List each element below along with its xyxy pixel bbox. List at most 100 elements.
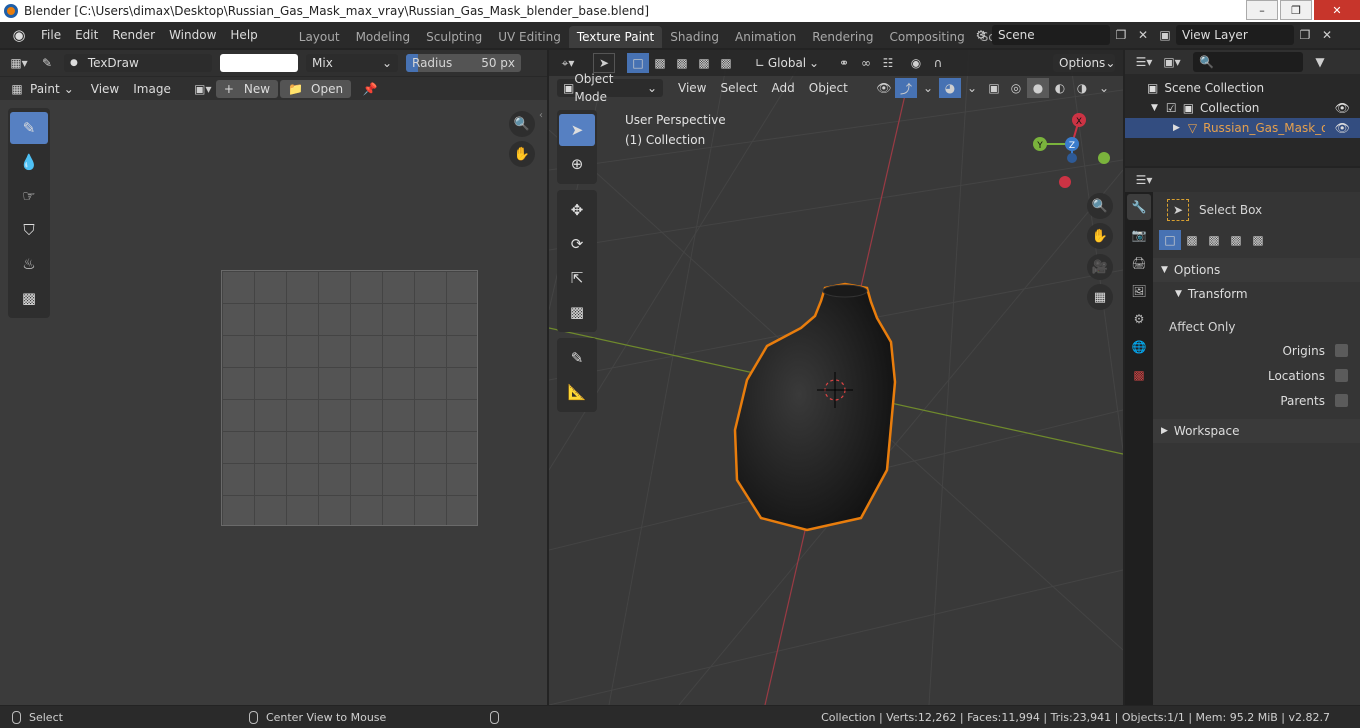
menu-help[interactable]: Help: [223, 24, 264, 46]
transform-orientation-dropdown[interactable]: ∟ Global ⌄: [749, 54, 825, 72]
menu-image[interactable]: Image: [126, 78, 178, 100]
image-browse-icon[interactable]: ▣▾: [192, 79, 214, 99]
tab-sculpting[interactable]: Sculpting: [418, 26, 490, 48]
remove-scene-icon[interactable]: ✕: [1132, 25, 1154, 45]
viewport-menu-view[interactable]: View: [671, 77, 713, 99]
mode-extend-icon[interactable]: ▩: [1181, 230, 1203, 250]
pin-icon[interactable]: 📌: [359, 79, 381, 99]
options-panel-header[interactable]: ▼ Options: [1153, 258, 1360, 282]
parents-checkbox[interactable]: [1335, 394, 1348, 407]
properties-editor-type-icon[interactable]: ☰▾: [1133, 170, 1155, 190]
viewport-menu-add[interactable]: Add: [765, 77, 802, 99]
image-canvas[interactable]: [221, 270, 478, 526]
select-intersect-icon[interactable]: ▩: [715, 53, 737, 73]
transform-subpanel-header[interactable]: ▼ Transform: [1153, 282, 1360, 306]
fill-tool-icon[interactable]: ♨: [10, 248, 48, 280]
menu-window[interactable]: Window: [162, 24, 223, 46]
visibility-icon[interactable]: 👁: [873, 78, 895, 98]
expand-arrow-icon[interactable]: ▶: [1173, 123, 1180, 133]
snap-icon[interactable]: ∞: [855, 53, 877, 73]
open-image-button[interactable]: 📁 Open: [280, 79, 352, 98]
outliner-editor-type-icon[interactable]: ☰▾: [1133, 52, 1155, 72]
view-layer-icon[interactable]: ▣: [1154, 25, 1176, 45]
filter-icon[interactable]: ▼: [1309, 52, 1331, 72]
shading-dropdown-icon[interactable]: ⌄: [1093, 78, 1115, 98]
tab-animation[interactable]: Animation: [727, 26, 804, 48]
rotate-tool-icon[interactable]: ⟳: [559, 228, 595, 260]
clone-tool-icon[interactable]: ⛉: [10, 214, 48, 246]
annotate-tool-icon[interactable]: ✎: [559, 342, 595, 374]
tab-layout[interactable]: Layout: [291, 26, 348, 48]
measure-tool-icon[interactable]: 📐: [559, 376, 595, 408]
soften-tool-icon[interactable]: 💧: [10, 146, 48, 178]
menu-view[interactable]: View: [84, 78, 126, 100]
display-mode-icon[interactable]: ▣▾: [1161, 52, 1183, 72]
origins-checkbox[interactable]: [1335, 344, 1348, 357]
xray-icon[interactable]: ▣: [983, 78, 1005, 98]
scene-name-field[interactable]: Scene: [992, 25, 1110, 45]
viewport-menu-select[interactable]: Select: [713, 77, 764, 99]
mode-new-icon[interactable]: □: [1159, 230, 1181, 250]
camera-view-icon[interactable]: 🎥: [1087, 254, 1113, 280]
select-subtract-icon[interactable]: ▩: [671, 53, 693, 73]
radius-slider[interactable]: Radius 50 px: [406, 54, 521, 72]
scene-icon[interactable]: ⚙: [970, 25, 992, 45]
tab-shading[interactable]: Shading: [662, 26, 727, 48]
blender-logo-icon[interactable]: ◉: [8, 24, 30, 46]
outliner-collection[interactable]: ▼ ☑ ▣ Collection 👁: [1125, 98, 1360, 118]
viewport-options-dropdown[interactable]: Options ⌄: [1053, 54, 1115, 72]
expand-arrow-icon[interactable]: ▼: [1151, 103, 1158, 113]
view-layer-field[interactable]: View Layer: [1176, 25, 1294, 45]
move-tool-icon[interactable]: ✥: [559, 194, 595, 226]
world-tab-icon[interactable]: 🌐: [1127, 334, 1151, 360]
locations-checkbox[interactable]: [1335, 369, 1348, 382]
collection-checkbox-icon[interactable]: ☑: [1166, 101, 1177, 115]
tab-texture-paint[interactable]: Texture Paint: [568, 26, 663, 48]
new-view-layer-icon[interactable]: ❐: [1294, 25, 1316, 45]
tab-uv-editing[interactable]: UV Editing: [490, 26, 569, 48]
transform-tool-icon[interactable]: ▩: [559, 296, 595, 328]
outliner-search-input[interactable]: 🔍: [1193, 52, 1303, 72]
gizmo-toggle-icon[interactable]: ⤴: [895, 78, 917, 98]
outliner-scene-collection[interactable]: ▣ Scene Collection: [1125, 78, 1360, 98]
editor-type-icon[interactable]: ▦▾: [8, 53, 30, 73]
viewport-menu-object[interactable]: Object: [802, 77, 855, 99]
mask-tool-icon[interactable]: ▩: [10, 282, 48, 314]
menu-file[interactable]: File: [34, 24, 68, 46]
proportional-edit-icon[interactable]: ◉: [905, 53, 927, 73]
scale-tool-icon[interactable]: ⇱: [559, 262, 595, 294]
render-tab-icon[interactable]: 📷: [1127, 222, 1151, 248]
pivot-point-icon[interactable]: ⚭: [833, 53, 855, 73]
mode-dropdown[interactable]: Paint ⌄: [28, 80, 76, 98]
blend-mode-dropdown[interactable]: Mix ⌄: [306, 54, 398, 72]
perspective-toggle-icon[interactable]: ▦: [1087, 284, 1113, 310]
maximize-button[interactable]: ❐: [1280, 0, 1312, 20]
texture-tab-icon[interactable]: ▩: [1127, 362, 1151, 388]
brush-color-swatch[interactable]: [220, 54, 298, 72]
select-extend-icon[interactable]: ▩: [649, 53, 671, 73]
new-image-button[interactable]: + New: [215, 79, 279, 98]
gizmo-dropdown-icon[interactable]: ⌄: [917, 78, 939, 98]
eye-icon[interactable]: 👁: [1335, 121, 1350, 135]
tab-modeling[interactable]: Modeling: [348, 26, 419, 48]
snap-target-icon[interactable]: ☷: [877, 53, 899, 73]
viewport-pan-icon[interactable]: ✋: [1087, 223, 1113, 249]
overlay-dropdown-icon[interactable]: ⌄: [961, 78, 983, 98]
menu-edit[interactable]: Edit: [68, 24, 105, 46]
view-layer-tab-icon[interactable]: 🖼: [1127, 278, 1151, 304]
material-shading-icon[interactable]: ◐: [1049, 78, 1071, 98]
close-button[interactable]: ✕: [1314, 0, 1360, 20]
outliner-object-row[interactable]: ▶ ▽ Russian_Gas_Mask_obj_l 👁: [1125, 118, 1360, 138]
remove-view-layer-icon[interactable]: ✕: [1316, 25, 1338, 45]
scene-tab-icon[interactable]: ⚙: [1127, 306, 1151, 332]
sidebar-toggle-icon[interactable]: ‹: [539, 110, 547, 126]
wireframe-shading-icon[interactable]: ◎: [1005, 78, 1027, 98]
new-scene-icon[interactable]: ❐: [1110, 25, 1132, 45]
zoom-icon[interactable]: 🔍: [509, 111, 535, 137]
brush-name-field[interactable]: ● TexDraw: [64, 54, 212, 72]
3d-viewport[interactable]: X Y Z ⌖▾ ➤ □ ▩ ▩ ▩ ▩ ∟ Global ⌄ ⚭ ∞ ☷ ◉ …: [549, 50, 1123, 705]
mode-intersect-icon[interactable]: ▩: [1247, 230, 1269, 250]
workspace-panel-header[interactable]: ▶ Workspace: [1153, 419, 1360, 443]
smear-tool-icon[interactable]: ☞: [10, 180, 48, 212]
viewport-zoom-icon[interactable]: 🔍: [1087, 193, 1113, 219]
